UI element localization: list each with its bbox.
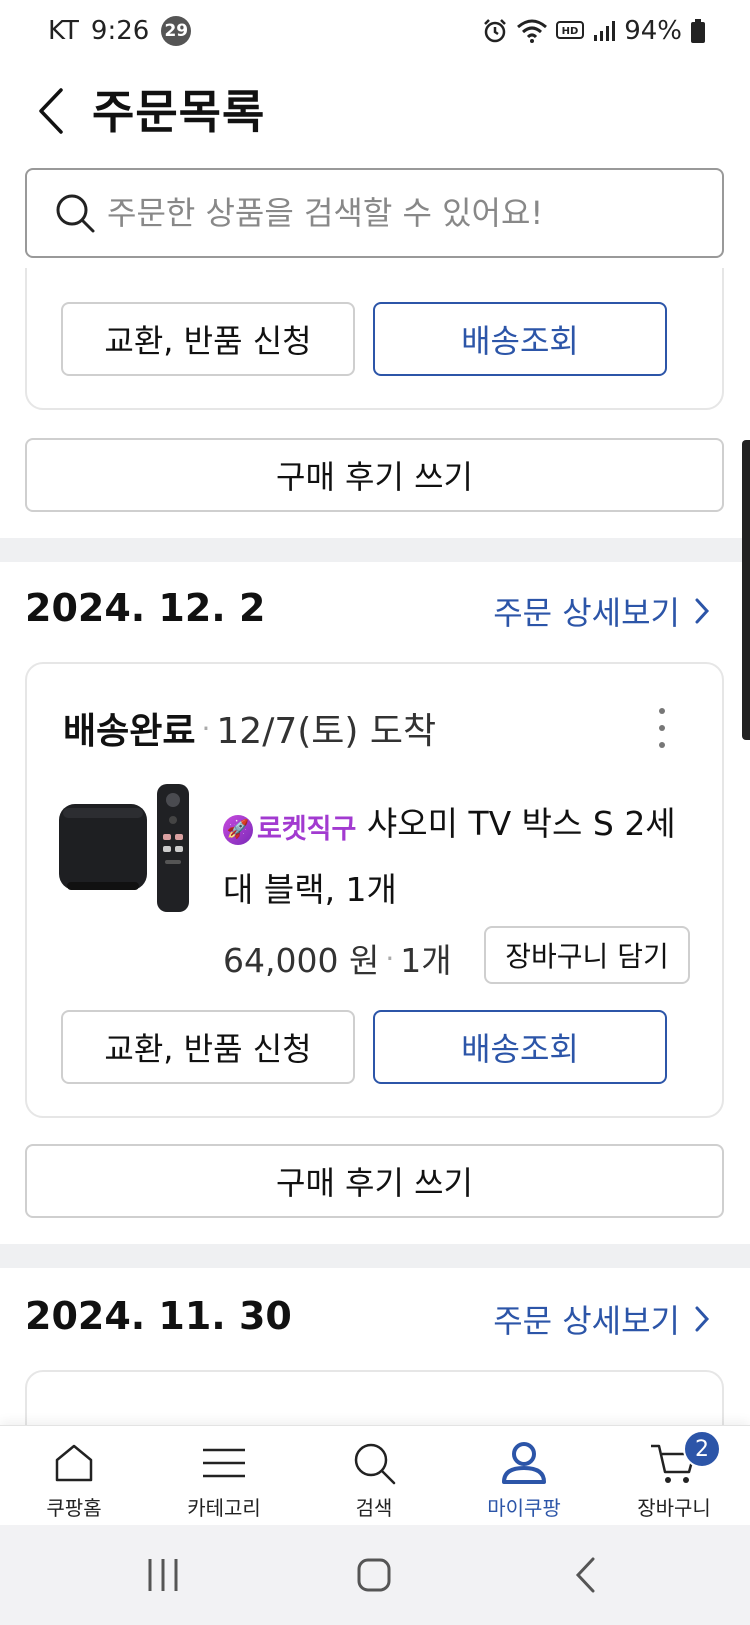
exchange-return-label: 교환, 반품 신청 <box>104 322 312 360</box>
track-delivery-button[interactable]: 배송조회 <box>373 302 667 376</box>
order-card <box>25 1370 724 1425</box>
order-date: 2024. 12. 2 <box>25 586 266 630</box>
chevron-left-icon <box>39 88 63 134</box>
cart-count-badge: 2 <box>683 1430 721 1468</box>
product-quantity: 1개 <box>400 941 452 980</box>
product-price: 64,000 원 <box>223 941 380 980</box>
order-date: 2024. 11. 30 <box>25 1294 292 1338</box>
nav-search[interactable]: 검색 <box>309 1438 439 1522</box>
more-options-icon[interactable] <box>652 708 672 748</box>
exchange-return-button[interactable]: 교환, 반품 신청 <box>61 302 355 376</box>
wifi-icon <box>517 19 548 43</box>
order-card: 배송완료 · 12/7(토) 도착 🚀 로켓직구 샤오미 TV 박스 S 2세대… <box>25 662 724 1118</box>
system-navigation-bar <box>0 1525 750 1625</box>
system-back-icon <box>575 1557 595 1593</box>
order-list[interactable]: 교환, 반품 신청 배송조회 구매 후기 쓰기 2024. 12. 2 주문 상… <box>0 268 750 1425</box>
home-button[interactable] <box>344 1547 404 1603</box>
order-detail-link[interactable]: 주문 상세보기 <box>493 1296 710 1342</box>
search-box[interactable] <box>25 168 724 258</box>
page-title: 주문목록 <box>92 85 266 139</box>
clock: 9:26 <box>90 16 150 46</box>
home-icon <box>55 1444 93 1482</box>
section-divider <box>0 538 750 562</box>
section-divider <box>0 1244 750 1268</box>
user-icon <box>502 1442 546 1484</box>
exchange-return-button[interactable]: 교환, 반품 신청 <box>61 1010 355 1084</box>
order-detail-link[interactable]: 주문 상세보기 <box>493 588 710 634</box>
order-card-previous: 교환, 반품 신청 배송조회 <box>25 268 724 410</box>
arrival-date: 12/7(토) 도착 <box>216 711 437 752</box>
recent-apps-icon <box>148 1559 178 1591</box>
carrier-label: KT <box>48 16 79 46</box>
write-review-label: 구매 후기 쓰기 <box>276 1164 473 1202</box>
separator-dot: · <box>385 941 395 975</box>
header: 주문목록 <box>0 64 750 160</box>
write-review-button[interactable]: 구매 후기 쓰기 <box>25 1144 724 1218</box>
search-input[interactable] <box>107 194 667 232</box>
nav-home[interactable]: 쿠팡홈 <box>9 1438 139 1522</box>
write-review-label: 구매 후기 쓰기 <box>276 458 473 496</box>
alarm-icon <box>484 19 507 43</box>
order-detail-label: 주문 상세보기 <box>493 594 680 632</box>
search-icon <box>56 194 95 233</box>
track-delivery-label: 배송조회 <box>461 322 579 360</box>
separator-dot: · <box>201 711 211 745</box>
write-review-button[interactable]: 구매 후기 쓰기 <box>25 438 724 512</box>
scrollbar[interactable] <box>742 440 750 740</box>
price-line: 64,000 원 · 1개 <box>223 934 452 982</box>
rocket-badge-label: 로켓직구 <box>257 814 357 845</box>
track-delivery-label: 배송조회 <box>461 1030 579 1068</box>
home-square-icon <box>357 1558 391 1592</box>
bottom-navigation: 쿠팡홈 카테고리 검색 마이쿠팡 2 장바구니 <box>0 1425 750 1525</box>
add-to-cart-label: 장바구니 담기 <box>505 940 669 973</box>
product-info[interactable]: 🚀 로켓직구 샤오미 TV 박스 S 2세대 블랙, 1개 <box>223 794 683 920</box>
rocket-direct-badge: 🚀 로켓직구 <box>223 800 356 860</box>
nav-my-coupang-label: 마이쿠팡 <box>487 1496 561 1520</box>
track-delivery-button[interactable]: 배송조회 <box>373 1010 667 1084</box>
nav-category-label: 카테고리 <box>187 1496 261 1520</box>
battery-percent: 94% <box>624 16 682 46</box>
nav-home-label: 쿠팡홈 <box>46 1496 102 1520</box>
delivery-status-line: 배송완료 · 12/7(토) 도착 <box>63 702 436 754</box>
battery-icon <box>691 19 705 43</box>
chevron-right-icon <box>695 1306 710 1332</box>
add-to-cart-button[interactable]: 장바구니 담기 <box>484 926 690 984</box>
svg-text:HD: HD <box>562 26 579 37</box>
status-bar: KT 9:26 29 HD 94% <box>0 0 750 64</box>
system-back-button[interactable] <box>555 1547 615 1603</box>
nav-search-label: 검색 <box>355 1496 393 1520</box>
signal-icon <box>594 21 616 41</box>
exchange-return-label: 교환, 반품 신청 <box>104 1030 312 1068</box>
nav-cart[interactable]: 2 장바구니 <box>609 1430 739 1522</box>
recent-apps-button[interactable] <box>133 1547 193 1603</box>
nav-my-coupang[interactable]: 마이쿠팡 <box>459 1438 589 1522</box>
nav-category[interactable]: 카테고리 <box>159 1438 289 1522</box>
hd-voice-icon: HD <box>556 21 585 39</box>
nav-cart-label: 장바구니 <box>637 1496 711 1520</box>
order-detail-label: 주문 상세보기 <box>493 1302 680 1340</box>
product-image[interactable] <box>59 784 209 924</box>
menu-icon <box>203 1448 245 1478</box>
chevron-right-icon <box>695 598 710 624</box>
delivery-status: 배송완료 <box>63 711 196 752</box>
search-icon <box>354 1443 396 1485</box>
back-button[interactable] <box>28 76 72 146</box>
notification-count-badge: 29 <box>161 16 192 46</box>
rocket-icon: 🚀 <box>223 815 253 845</box>
